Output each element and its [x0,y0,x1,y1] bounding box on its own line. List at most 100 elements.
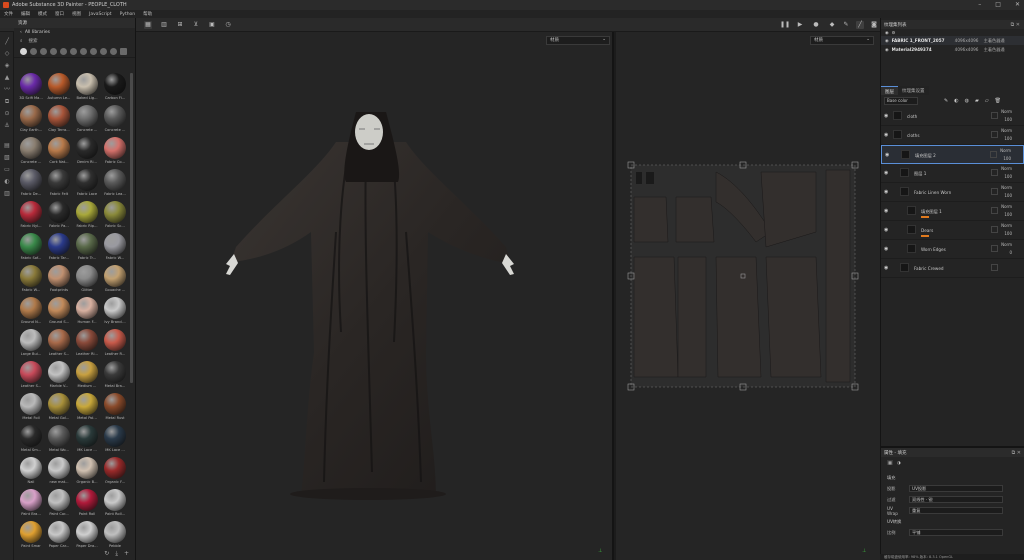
material-tile[interactable]: Fabric Sof... [18,233,44,261]
menu-javascript[interactable]: JavaScript [89,12,112,17]
menu-view[interactable]: 视图 [72,11,81,17]
paint-icon[interactable]: ╱ [856,21,864,29]
material-tile[interactable]: Ground S... [46,297,72,325]
material-tile[interactable]: Carbon Fi... [102,73,128,101]
filter-textures-icon[interactable] [40,48,47,55]
layer-row[interactable]: ◉ Worn Edges Norm 0 [881,240,1024,259]
material-tile[interactable]: Fabric Felt [46,169,72,197]
material-tile[interactable]: Organic B... [74,457,100,485]
material-tile[interactable]: Metal Rust [102,393,128,421]
material-tile[interactable]: Paint Smar [18,521,44,549]
import-icon[interactable]: ⤓ [115,550,118,558]
material-tile[interactable]: Paint Roll... [102,489,128,517]
snap-icon[interactable]: ⊞ [176,21,184,29]
material-tile[interactable]: Concrete ... [102,105,128,133]
display-icon[interactable]: ▭ [3,166,11,174]
material-tile[interactable]: new mat... [46,457,72,485]
layer-blend-mode[interactable]: Norm [1001,185,1012,190]
material-tile[interactable]: Paper Dra... [74,521,100,549]
material-tile[interactable]: Glitter [74,265,100,293]
layer-row[interactable]: ◉ cloths Norm 100 [881,126,1024,145]
layer-blend-mode[interactable]: Norm [1001,166,1012,171]
shelf-scrollbar[interactable] [130,73,133,383]
uv-wrap-select[interactable]: 重复 [909,507,1003,514]
menu-mode[interactable]: 模式 [38,11,47,17]
history-icon[interactable]: ◷ [224,21,232,29]
layer-checkbox[interactable] [991,226,998,233]
layer-checkbox[interactable] [991,264,998,271]
material-tile[interactable]: Organic F... [102,457,128,485]
material-tile[interactable]: Human F... [74,297,100,325]
minimize-button[interactable]: – [978,1,981,8]
eye-icon[interactable]: ◉ [885,47,889,52]
viewport-2d[interactable]: 材质 ⊥ [616,32,880,560]
material-tile[interactable]: Gouache ... [102,265,128,293]
menu-help[interactable]: 帮助 [143,11,152,17]
material-tile[interactable]: Leather S... [46,329,72,357]
add-folder-icon[interactable]: ▰ [975,98,979,104]
material-tile[interactable]: Ivy Brancl... [102,297,128,325]
layer-opacity[interactable]: 100 [1004,212,1012,217]
filter-tools-icon[interactable] [110,48,117,55]
tab-layers[interactable]: 图层 [881,86,898,95]
add-fill-icon[interactable]: ◍ [965,98,969,104]
layer-blend-mode[interactable]: Norm [1001,242,1012,247]
add-mask-icon[interactable]: ◐ [954,98,958,104]
layer-checkbox[interactable] [991,245,998,252]
material-tile[interactable]: MK Lace ... [102,425,128,453]
layer-checkbox[interactable] [991,207,998,214]
layer-checkbox[interactable] [991,169,998,176]
layer-row[interactable]: ◉ Fabric Linen Worn Norm 100 [881,183,1024,202]
material-tile[interactable]: Leather S... [18,361,44,389]
layer-opacity[interactable]: 100 [1004,193,1012,198]
layer-opacity[interactable]: 100 [1004,117,1012,122]
eye-icon[interactable]: ◉ [884,265,888,271]
sphere-view-icon[interactable]: ● [812,21,820,29]
layers-icon[interactable]: ▤ [3,142,11,150]
filter-select[interactable]: 双线性 · 锐 [909,496,1003,503]
layer-blend-mode[interactable]: Norm [1001,128,1012,133]
back-icon[interactable]: ‹ [20,30,22,35]
eye-icon[interactable]: ◉ [885,152,889,158]
filter-procedurals-icon[interactable] [70,48,77,55]
material-tile[interactable]: Fabric Pa... [46,201,72,229]
layer-checkbox[interactable] [991,131,998,138]
settings-icon[interactable]: ⚙ [892,30,896,35]
material-tile[interactable]: Clay Terra... [46,105,72,133]
refresh-icon[interactable]: ↻ [104,550,109,558]
geometry-fill-icon[interactable]: ▲ [3,74,11,82]
eye-icon[interactable]: ◉ [884,208,888,214]
clone-tool-icon[interactable]: ⧉ [3,98,11,106]
material-tile[interactable]: Baked Lig... [74,73,100,101]
layer-row[interactable]: ◉ cloth Norm 100 [881,107,1024,126]
uv-transform-section[interactable]: UV转换 [887,519,901,525]
texture-set-item[interactable]: ◉ FABRIC 1_FRONT_2057 4096x4096 主着色器通 [881,36,1024,45]
material-tile[interactable]: Metal Wo... [46,425,72,453]
channel-select[interactable]: Base color [884,97,918,105]
texture-set-shader[interactable]: 主着色器通 [984,38,1005,44]
filter-environments-icon[interactable] [90,48,97,55]
layer-opacity[interactable]: 100 [1003,156,1011,161]
material-tile[interactable]: Nail [18,457,44,485]
texture-set-icon[interactable]: ▧ [3,154,11,162]
material-tile[interactable]: Metal Pol... [74,393,100,421]
add-layer-icon[interactable]: ▱ [985,98,989,104]
layout-grid-icon[interactable]: ▦ [144,21,152,29]
filter-filters-icon[interactable] [80,48,87,55]
layer-opacity[interactable]: 100 [1004,231,1012,236]
layer-checkbox[interactable] [990,151,997,158]
layer-blend-mode[interactable]: Norm [1001,223,1012,228]
viewport-3d[interactable]: 材质 ⊥ [136,32,614,560]
material-tile[interactable]: Large Bui... [18,329,44,357]
layer-row[interactable]: ◉ 图层 1 Norm 100 [881,164,1024,183]
material-tile[interactable]: Paint Roll [74,489,100,517]
material-tile[interactable]: Fabric Tar... [46,233,72,261]
eraser-tool-icon[interactable]: ◇ [3,50,11,58]
visibility-icon[interactable]: ◉ [885,30,889,35]
material-tile[interactable]: Leather R... [102,329,128,357]
layout-split-icon[interactable]: ▥ [160,21,168,29]
material-tile[interactable]: Fabric Nyl... [18,201,44,229]
material-tile[interactable]: Pebble [102,521,128,549]
pause-icon[interactable]: ❚❚ [780,21,790,29]
projection-tool-icon[interactable]: ◈ [3,62,11,70]
